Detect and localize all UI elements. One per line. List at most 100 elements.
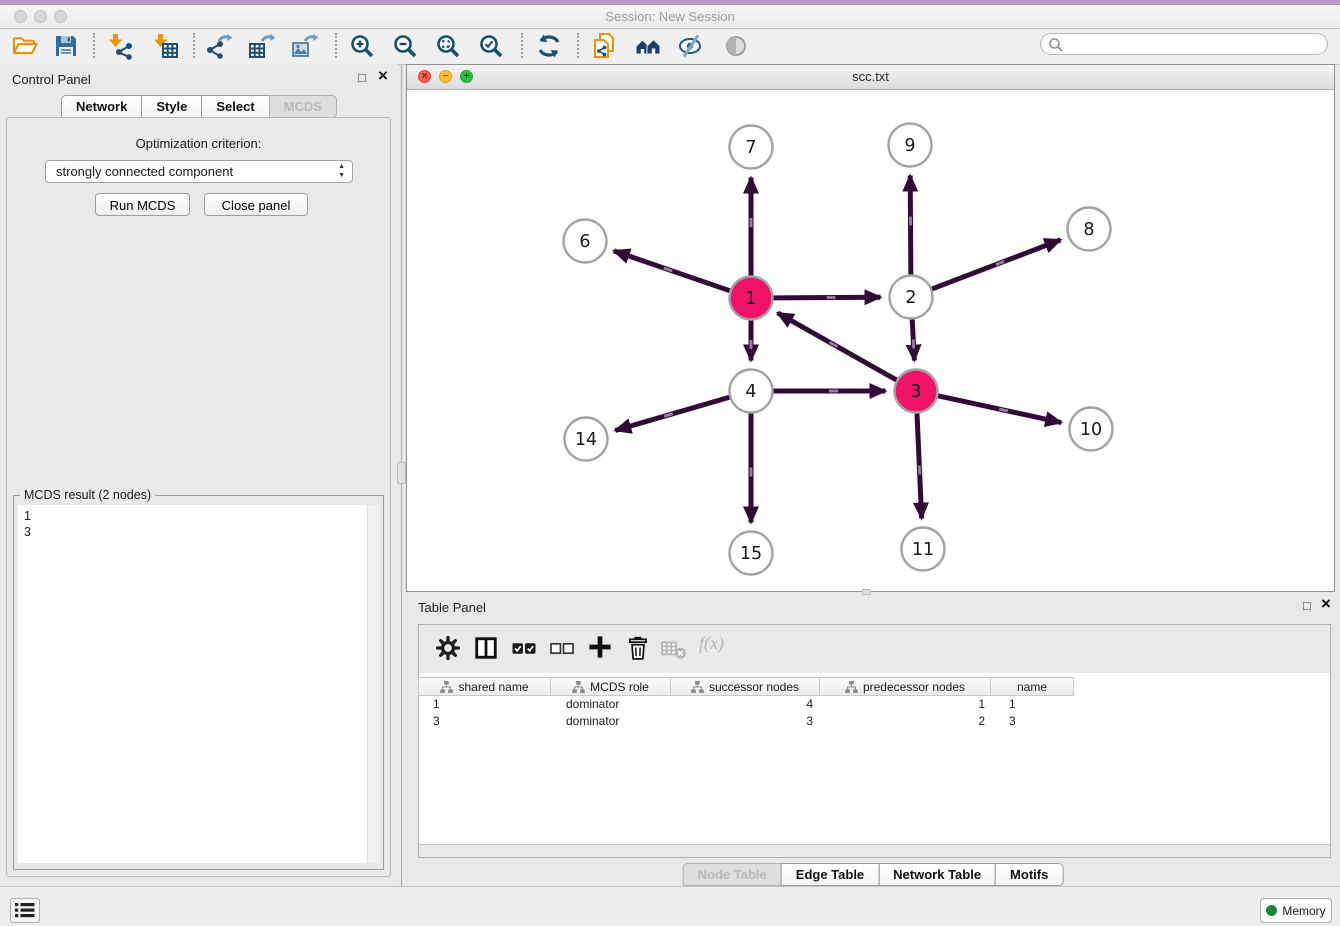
node-label-3: 3 <box>910 382 921 402</box>
float-panel-icon[interactable]: □ <box>358 70 366 85</box>
cell-predecessor-nodes[interactable]: 1 <box>823 696 995 713</box>
deselect-all-icon[interactable] <box>550 640 574 657</box>
clone-network-icon[interactable] <box>590 32 618 60</box>
open-session-icon[interactable] <box>11 32 39 60</box>
tab-node-table[interactable]: Node Table <box>683 863 782 886</box>
column-label: shared name <box>458 680 528 694</box>
table-tabs: Node TableEdge TableNetwork TableMotifs <box>683 863 1064 886</box>
node-label-15: 15 <box>740 544 762 564</box>
column-header-predecessor-nodes[interactable]: predecessor nodes <box>819 677 991 696</box>
table-row[interactable]: 3dominator323 <box>419 713 1330 730</box>
toolbar-separator <box>577 33 579 58</box>
table-row[interactable]: 1dominator411 <box>419 696 1330 713</box>
tab-network-table[interactable]: Network Table <box>878 863 996 886</box>
cell-predecessor-nodes[interactable]: 2 <box>823 713 995 730</box>
cell-MCDS-role[interactable]: dominator <box>552 713 673 730</box>
cell-shared-name[interactable]: 3 <box>419 713 552 730</box>
close-table-panel-icon[interactable]: × <box>1321 595 1331 612</box>
node-label-9: 9 <box>904 136 915 156</box>
refresh-icon[interactable] <box>535 32 563 60</box>
export-network-icon[interactable] <box>204 32 232 60</box>
down-arrow-icon: ▼ <box>338 171 345 180</box>
table-header-row: shared name MCDS rolesuccessor nodes prede… <box>419 677 1074 696</box>
edge-handle <box>912 339 915 348</box>
window-titlebar[interactable]: Session: New Session <box>0 5 1340 29</box>
tab-edge-table[interactable]: Edge Table <box>781 863 879 886</box>
disabled-eye-icon[interactable] <box>722 32 750 60</box>
function-builder-icon[interactable]: f(x) <box>699 633 724 654</box>
float-table-panel-icon[interactable]: □ <box>1303 598 1311 613</box>
cell-name[interactable]: 1 <box>995 696 1079 713</box>
memory-button[interactable]: Memory <box>1260 898 1332 923</box>
cell-name[interactable]: 3 <box>995 713 1079 730</box>
control-panel-tabs: NetworkStyleSelectMCDS <box>0 95 398 118</box>
edge-handle <box>750 218 753 227</box>
search-icon <box>1048 37 1064 53</box>
column-header-successor-nodes[interactable]: successor nodes <box>670 677 820 696</box>
control-panel: Control Panel □ × NetworkStyleSelectMCDS… <box>0 64 398 886</box>
zoom-fit-icon[interactable] <box>434 32 462 60</box>
select-all-icon[interactable] <box>512 640 536 657</box>
node-label-7: 7 <box>745 138 756 158</box>
panel-divider-handle[interactable] <box>397 462 406 484</box>
export-table-icon[interactable] <box>247 32 275 60</box>
node-label-8: 8 <box>1083 220 1094 240</box>
zoom-in-icon[interactable] <box>348 32 376 60</box>
cell-successor-nodes[interactable]: 3 <box>673 713 823 730</box>
column-header-MCDS-role[interactable]: MCDS role <box>550 677 671 696</box>
delete-column-icon[interactable] <box>661 639 687 661</box>
toolbar-separator <box>521 33 523 58</box>
network-window-titlebar[interactable]: × − + scc.txt <box>407 65 1334 90</box>
houses-icon[interactable] <box>634 32 662 60</box>
search-input[interactable] <box>1067 35 1323 55</box>
export-image-icon[interactable] <box>290 32 318 60</box>
zoom-selected-icon[interactable] <box>477 32 505 60</box>
import-table-icon[interactable] <box>151 32 179 60</box>
criterion-select[interactable]: strongly connected component ▲ ▼ <box>45 160 353 183</box>
delete-row-icon[interactable] <box>626 635 650 661</box>
run-mcds-button[interactable]: Run MCDS <box>95 193 190 216</box>
tab-mcds[interactable]: MCDS <box>269 95 337 118</box>
search-box[interactable] <box>1040 33 1328 55</box>
column-header-shared-name[interactable]: shared name <box>418 677 551 696</box>
edge-handle <box>909 216 912 225</box>
cell-MCDS-role[interactable]: dominator <box>552 696 673 713</box>
network-window[interactable]: × − + scc.txt 7968124314101511 <box>406 64 1335 592</box>
hierarchy-icon <box>572 681 585 693</box>
up-arrow-icon: ▲ <box>338 162 345 171</box>
hierarchy-icon <box>440 681 453 693</box>
add-row-icon[interactable] <box>587 634 613 660</box>
close-panel-icon[interactable]: × <box>378 67 388 84</box>
status-bar: Memory <box>0 886 1340 926</box>
cell-successor-nodes[interactable]: 4 <box>673 696 823 713</box>
task-history-button[interactable] <box>10 898 40 923</box>
mcds-result-text[interactable]: 1 3 <box>24 508 363 861</box>
table-panel-title: Table Panel <box>418 600 486 615</box>
network-canvas[interactable]: 7968124314101511 <box>407 89 1334 591</box>
settings-gear-icon[interactable] <box>436 636 460 660</box>
tab-select[interactable]: Select <box>201 95 269 118</box>
mcds-result-group: MCDS result (2 nodes) 1 3 <box>13 495 384 870</box>
tab-network[interactable]: Network <box>61 95 142 118</box>
edge-handle <box>750 468 753 477</box>
tab-style[interactable]: Style <box>141 95 202 118</box>
toolbar-separator <box>93 33 95 58</box>
tab-motifs[interactable]: Motifs <box>995 863 1063 886</box>
save-session-icon[interactable] <box>52 32 80 60</box>
network-graph[interactable]: 7968124314101511 <box>407 89 1334 591</box>
column-selector-icon[interactable] <box>474 636 498 660</box>
cell-shared-name[interactable]: 1 <box>419 696 552 713</box>
combo-stepper-icon: ▲ ▼ <box>338 162 345 180</box>
hide-eye-icon[interactable] <box>677 32 705 60</box>
criterion-value: strongly connected component <box>56 164 233 179</box>
column-header-name[interactable]: name <box>990 677 1074 696</box>
cytoscape-app: Session: New Session <box>0 0 1340 926</box>
column-label: predecessor nodes <box>863 680 965 694</box>
zoom-out-icon[interactable] <box>391 32 419 60</box>
table-bottom-strip <box>419 844 1330 857</box>
node-label-14: 14 <box>575 430 597 450</box>
import-network-icon[interactable] <box>106 32 134 60</box>
result-scrollbar[interactable] <box>367 505 379 863</box>
hierarchy-icon <box>845 681 858 693</box>
close-panel-button[interactable]: Close panel <box>204 193 308 216</box>
